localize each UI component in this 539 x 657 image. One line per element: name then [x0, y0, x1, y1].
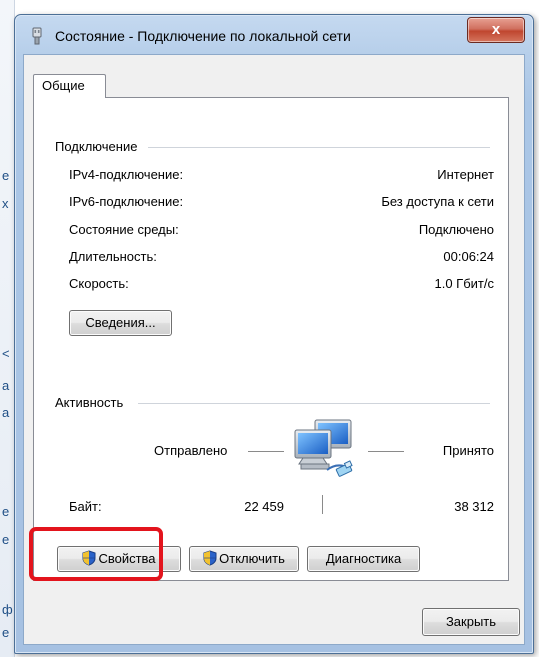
details-button[interactable]: Сведения...: [69, 310, 172, 336]
sent-label: Отправлено: [154, 443, 228, 458]
tab-general[interactable]: Общие: [33, 74, 106, 98]
network-adapter-icon: [32, 27, 42, 45]
close-window-button[interactable]: x: [467, 17, 525, 43]
group-divider: [138, 403, 490, 404]
tab-panel-general: Подключение IPv4-подключение: Интернет I…: [33, 97, 509, 581]
background-text: х: [2, 196, 9, 211]
window-title: Состояние - Подключение по локальной сет…: [55, 28, 351, 44]
group-divider: [148, 147, 490, 148]
bytes-separator: [322, 495, 323, 514]
background-text: <: [2, 346, 10, 361]
background-text: е: [2, 168, 10, 183]
connection-group-heading: Подключение: [55, 139, 146, 154]
background-text: а: [2, 378, 10, 393]
disable-button-label: Отключить: [219, 551, 285, 566]
network-computers-icon: [294, 419, 353, 477]
title-bar[interactable]: Состояние - Подключение по локальной сет…: [15, 15, 533, 55]
speed-value: 1.0 Гбит/с: [434, 276, 495, 291]
background-text: а: [2, 405, 10, 420]
media-state-label: Состояние среды:: [69, 222, 179, 237]
background-text: е: [2, 625, 10, 640]
duration-value: 00:06:24: [443, 249, 494, 264]
sent-connector-line: [248, 451, 284, 452]
activity-group-heading: Активность: [55, 395, 132, 410]
bytes-sent-value: 22 459: [244, 499, 284, 514]
properties-button-label: Свойства: [98, 551, 156, 566]
disable-button[interactable]: Отключить: [189, 546, 299, 572]
ipv6-value: Без доступа к сети: [381, 194, 494, 209]
bytes-received-value: 38 312: [454, 499, 494, 514]
close-button[interactable]: Закрыть: [422, 608, 520, 636]
background-text: ф: [2, 602, 13, 617]
media-state-value: Подключено: [418, 222, 494, 237]
duration-label: Длительность:: [69, 249, 157, 264]
received-connector-line: [368, 451, 404, 452]
uac-shield-icon: [82, 550, 96, 566]
uac-shield-icon: [203, 550, 217, 566]
diagnose-button[interactable]: Диагностика: [307, 546, 420, 572]
received-label: Принято: [442, 443, 494, 458]
speed-label: Скорость:: [69, 276, 129, 291]
ipv4-value: Интернет: [437, 167, 494, 182]
ipv6-label: IPv6-подключение:: [69, 194, 184, 209]
status-dialog: Состояние - Подключение по локальной сет…: [14, 14, 534, 654]
background-text: е: [2, 532, 10, 547]
dialog-client-area: Общие Подключение IPv4-подключение: Инте…: [23, 54, 525, 645]
background-text: е: [2, 504, 10, 519]
ipv4-label: IPv4-подключение:: [69, 167, 184, 182]
properties-button[interactable]: Свойства: [57, 546, 181, 572]
background-window-edge: е х < а а е е ф е: [0, 0, 15, 657]
bytes-label: Байт:: [69, 499, 102, 514]
